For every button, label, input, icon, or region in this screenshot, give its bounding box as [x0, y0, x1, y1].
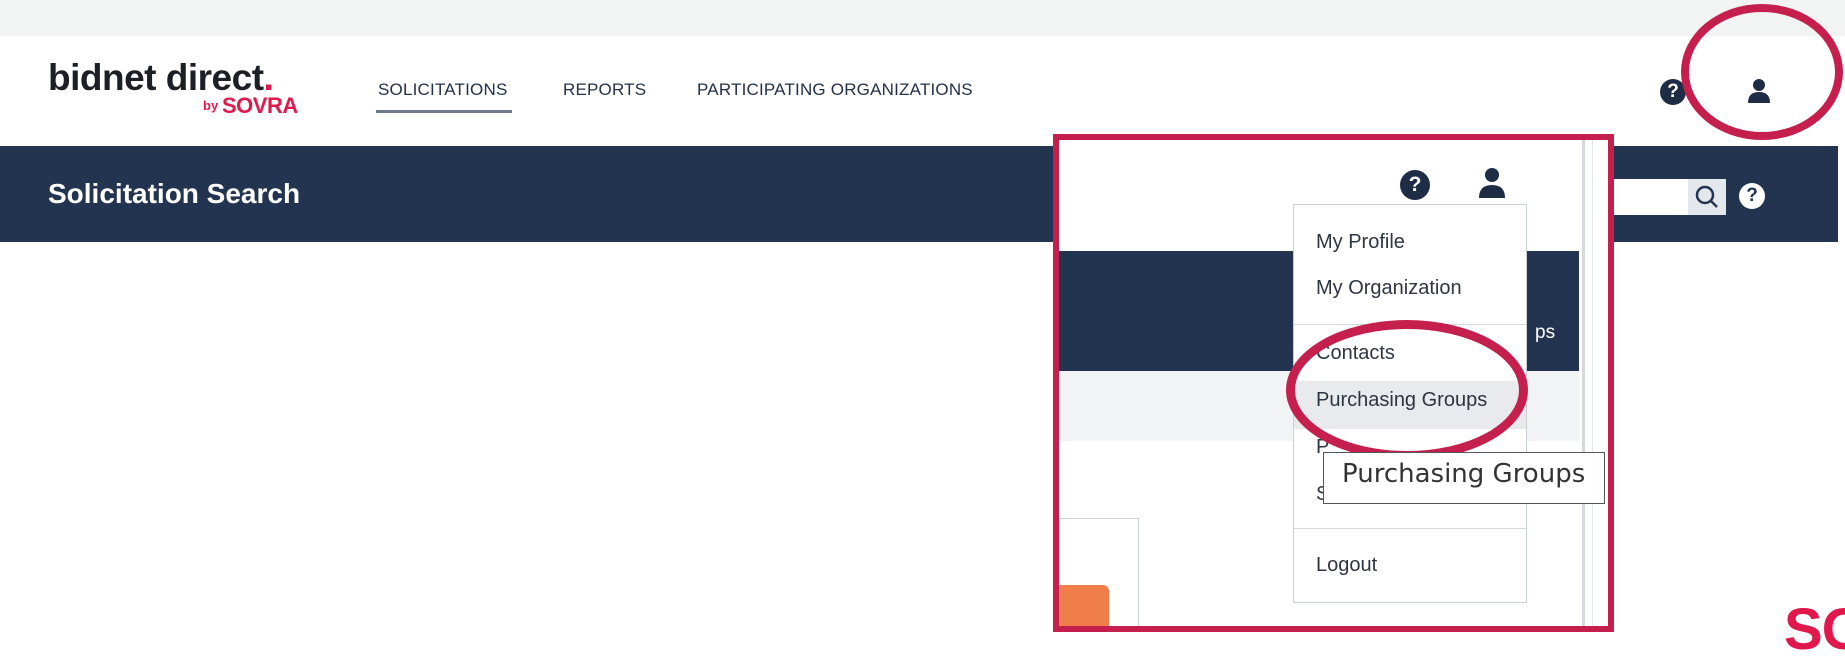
nav-solicitations[interactable]: SOLICITATIONS: [378, 80, 508, 100]
callout-divider: [1582, 140, 1585, 626]
tooltip: Purchasing Groups: [1323, 452, 1605, 504]
nav-reports[interactable]: REPORTS: [563, 80, 646, 100]
logo-brand: SOVRA: [222, 93, 298, 118]
search-input[interactable]: [1610, 179, 1688, 215]
help-icon[interactable]: ?: [1400, 170, 1430, 200]
menu-item-my-organization[interactable]: My Organization: [1316, 277, 1462, 300]
menu-item-my-profile[interactable]: My Profile: [1316, 231, 1405, 254]
partial-label: ps: [1535, 322, 1556, 343]
zoom-callout: ps ? My Profile My Organization Contacts…: [1053, 134, 1614, 632]
callout-divider: [1592, 140, 1593, 626]
logo-by-text: by: [203, 98, 219, 113]
highlight-ring: [1286, 320, 1528, 460]
user-icon[interactable]: [1477, 166, 1507, 200]
search-icon: [1695, 185, 1718, 208]
menu-separator: [1294, 528, 1526, 529]
banner-help-icon[interactable]: ?: [1739, 183, 1765, 209]
nav-participating-organizations[interactable]: PARTICIPATING ORGANIZATIONS: [697, 80, 973, 100]
top-strip: [0, 0, 1845, 36]
nav-active-indicator: [376, 110, 512, 113]
page-title: Solicitation Search: [48, 178, 301, 209]
highlight-ring: [1681, 4, 1843, 140]
orange-button[interactable]: [1059, 585, 1109, 626]
menu-item-logout[interactable]: Logout: [1316, 554, 1377, 577]
search-button[interactable]: [1688, 179, 1726, 215]
brand-fragment: SO: [1784, 597, 1845, 662]
